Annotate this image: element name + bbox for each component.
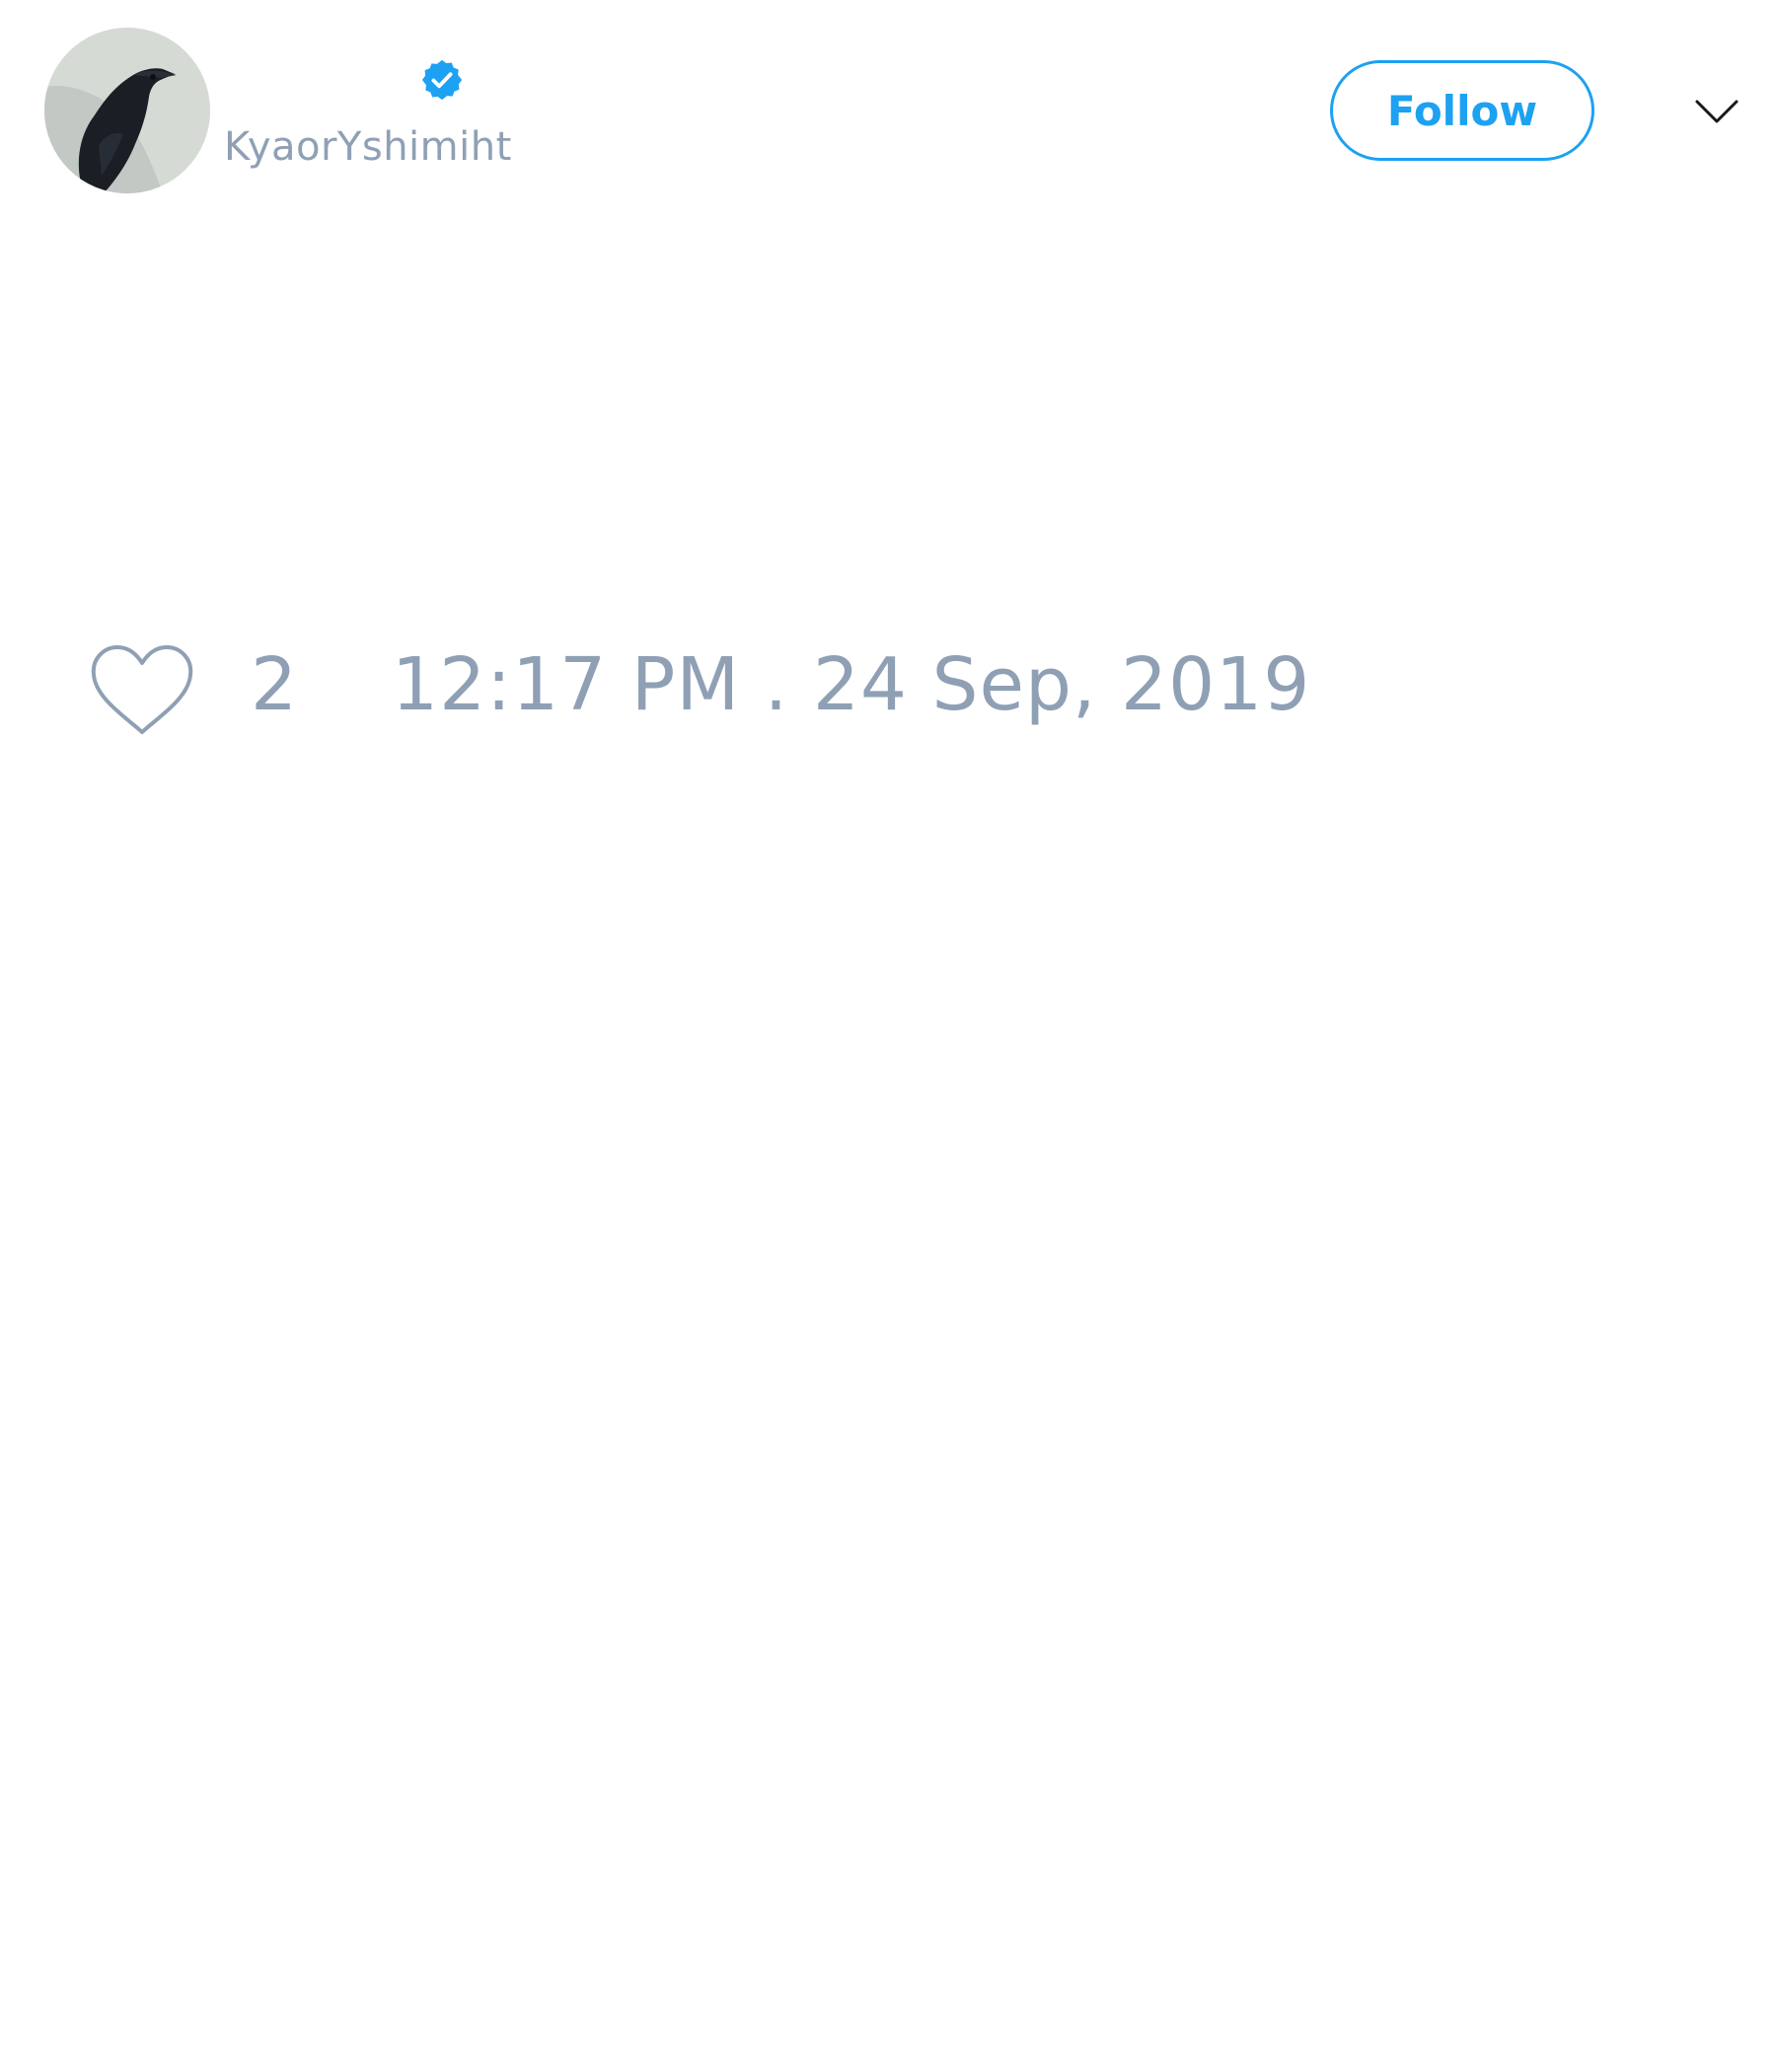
chevron-down-icon[interactable]: [1692, 87, 1741, 136]
tweet-header: KyaorYshimiht Follow: [0, 0, 1776, 227]
follow-button[interactable]: Follow: [1330, 60, 1594, 161]
tweet-timestamp[interactable]: 12:17 PM . 24 Sep, 2019: [392, 641, 1310, 729]
heart-outline-icon[interactable]: [88, 641, 196, 740]
verified-badge-icon: [421, 59, 463, 101]
like-count: 2: [251, 642, 298, 727]
author-handle[interactable]: KyaorYshimiht: [224, 124, 512, 170]
tweet-meta-row: 2 12:17 PM . 24 Sep, 2019: [0, 622, 1776, 740]
avatar[interactable]: [44, 28, 210, 193]
crow-avatar-image: [44, 28, 210, 193]
